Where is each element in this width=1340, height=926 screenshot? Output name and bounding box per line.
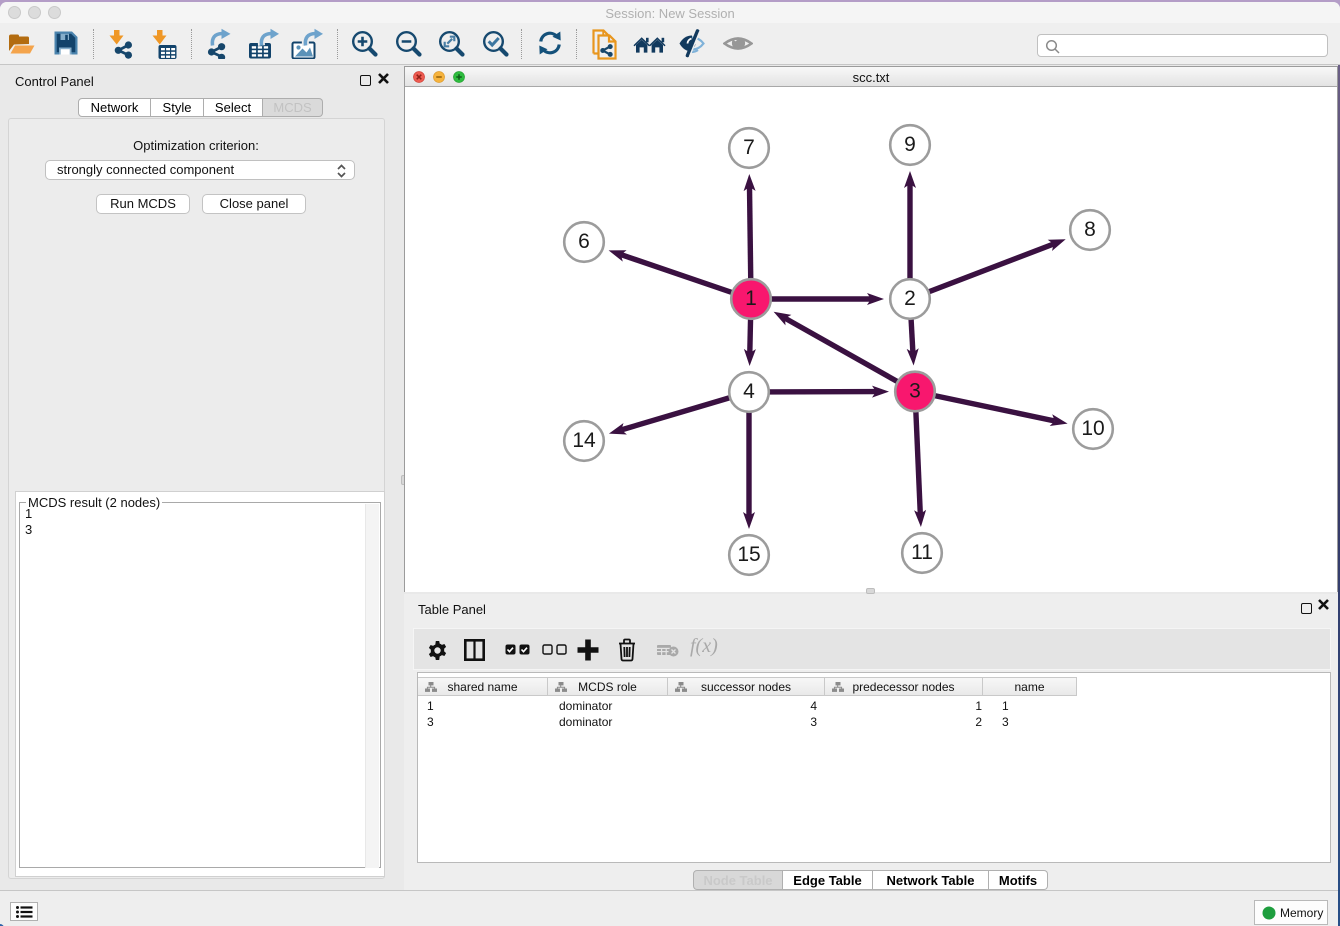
svg-text:15: 15 xyxy=(737,543,760,566)
svg-text:2: 2 xyxy=(904,287,916,310)
svg-text:14: 14 xyxy=(572,429,596,452)
svg-text:9: 9 xyxy=(904,133,916,156)
svg-text:6: 6 xyxy=(578,230,590,253)
svg-text:4: 4 xyxy=(743,380,755,403)
svg-text:11: 11 xyxy=(911,541,933,564)
svg-text:7: 7 xyxy=(743,136,755,159)
svg-text:8: 8 xyxy=(1084,218,1096,241)
svg-text:1: 1 xyxy=(745,287,757,310)
svg-text:10: 10 xyxy=(1081,417,1104,440)
svg-text:3: 3 xyxy=(909,380,921,403)
